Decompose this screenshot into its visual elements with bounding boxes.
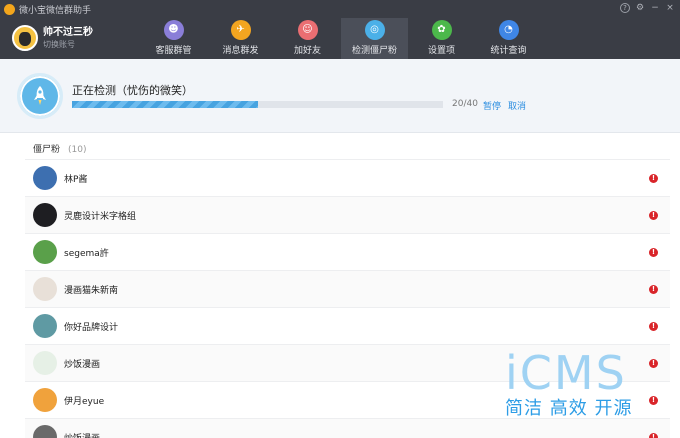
list-item[interactable]: 炒饭漫画! [25, 418, 670, 438]
warning-icon[interactable]: ! [649, 433, 658, 438]
detect-icon: ◎ [364, 20, 385, 40]
list-count: (10) [68, 145, 87, 155]
list-header: 僵尸粉 (10) [33, 142, 87, 155]
list-item[interactable]: 漫画猫朱新南! [25, 270, 670, 307]
nav-item-3[interactable]: ◎ 检测僵尸粉 [341, 18, 408, 59]
nav-label: 检测僵尸粉 [351, 46, 397, 56]
progress-count: 20/40 [452, 99, 478, 109]
warning-icon[interactable]: ! [649, 285, 658, 294]
contact-avatar [33, 351, 57, 375]
contact-avatar [33, 425, 57, 438]
help-icon[interactable]: ? [620, 3, 630, 13]
nav-item-2[interactable]: ☺ 加好友 [274, 18, 341, 59]
warning-icon[interactable]: ! [649, 211, 658, 220]
nav-item-1[interactable]: ✈ 消息群发 [207, 18, 274, 59]
app-title: 微小宝微信群助手 [19, 5, 92, 16]
list-title: 僵尸粉 [33, 145, 61, 155]
contact-avatar [33, 314, 57, 338]
nav-label: 设置项 [427, 46, 455, 56]
warning-icon[interactable]: ! [649, 248, 658, 257]
contact-name: 炒饭漫画 [64, 431, 100, 438]
watermark: iCMS 简洁 高效 开源 [505, 348, 675, 420]
list-item[interactable]: 灵鹿设计米字格组! [25, 196, 670, 233]
nav-item-0[interactable]: ☻ 客服群管 [140, 18, 207, 59]
contact-avatar [33, 388, 57, 412]
settings-icon: ✿ [431, 20, 452, 40]
main-nav: ☻ 客服群管 ✈ 消息群发 ☺ 加好友 ◎ 检测僵尸粉 ✿ 设置项 ◔ 统计查询 [140, 18, 542, 59]
switch-account-link[interactable]: 切换账号 [43, 39, 93, 50]
rocket-glyph [34, 86, 46, 105]
contact-name: 你好品牌设计 [64, 322, 119, 333]
nav-label: 加好友 [293, 46, 321, 56]
users-icon: ☻ [163, 20, 184, 40]
nav-item-4[interactable]: ✿ 设置项 [408, 18, 475, 59]
list-item[interactable]: segema許! [25, 233, 670, 270]
header: 帅不过三秒 切换账号 ☻ 客服群管 ✈ 消息群发 ☺ 加好友 ◎ 检测僵尸粉 ✿ 设置项 ◔ 统计查询 [0, 18, 680, 59]
list-item[interactable]: 林P酱! [25, 159, 670, 196]
contact-name: 灵鹿设计米字格组 [64, 211, 137, 222]
contact-avatar [33, 203, 57, 227]
add-friend-icon: ☺ [297, 20, 318, 40]
contact-avatar [33, 277, 57, 301]
progress-fill [72, 101, 258, 108]
list-item[interactable]: 你好品牌设计! [25, 307, 670, 344]
profile-text: 帅不过三秒 切换账号 [43, 27, 93, 50]
pause-button[interactable]: 暂停 [483, 99, 501, 112]
close-icon[interactable]: × [665, 3, 675, 13]
stats-icon: ◔ [498, 20, 519, 40]
user-name: 帅不过三秒 [43, 26, 93, 38]
watermark-slogan: 简洁 高效 开源 [505, 398, 633, 419]
warning-icon[interactable]: ! [649, 322, 658, 331]
title-bar: 微小宝微信群助手 ? ⚙ − × [0, 0, 680, 18]
detect-panel: 正在检测（忧伤的微笑） 20/40 暂停 取消 [0, 59, 680, 133]
window-controls: ? ⚙ − × [620, 3, 675, 13]
contact-name: 伊月eyue [64, 396, 105, 407]
minimize-icon[interactable]: − [650, 3, 660, 13]
nav-label: 客服群管 [155, 46, 192, 56]
nav-label: 消息群发 [222, 46, 259, 56]
nav-item-5[interactable]: ◔ 统计查询 [475, 18, 542, 59]
contact-name: 炒饭漫画 [64, 359, 101, 370]
user-avatar [12, 25, 38, 51]
contact-name: segema許 [64, 248, 109, 259]
progress-bar [72, 101, 443, 108]
settings-gear-icon[interactable]: ⚙ [635, 3, 645, 13]
contact-avatar [33, 240, 57, 264]
warning-icon[interactable]: ! [649, 174, 658, 183]
contact-name: 漫画猫朱新南 [64, 285, 119, 296]
cancel-button[interactable]: 取消 [508, 99, 526, 112]
contact-name: 林P酱 [64, 174, 88, 185]
nav-label: 统计查询 [490, 46, 527, 56]
rocket-icon [17, 73, 63, 119]
contact-avatar [33, 166, 57, 190]
profile[interactable]: 帅不过三秒 切换账号 [12, 25, 93, 51]
detect-status-text: 正在检测（忧伤的微笑） [72, 84, 193, 97]
app-logo-icon [4, 3, 15, 15]
watermark-logo-text: iCMS [505, 346, 627, 400]
send-icon: ✈ [230, 20, 251, 40]
